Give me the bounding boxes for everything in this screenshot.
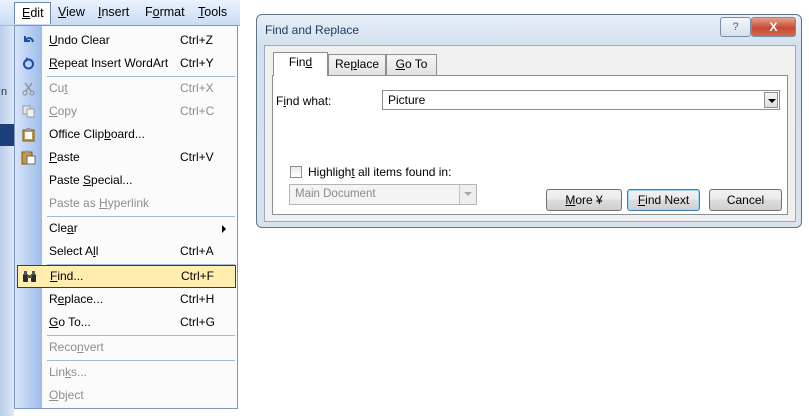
undo-icon	[21, 33, 36, 48]
repeat-icon	[21, 56, 36, 71]
clipboard-icon	[21, 127, 36, 142]
find-replace-dialog: Find and Replace ? X Find Replace Go To …	[256, 14, 802, 228]
menu-item-copy[interactable]: Copy Ctrl+C	[15, 100, 237, 123]
document-edge: n	[0, 26, 14, 416]
menu-edit[interactable]: Edit	[14, 2, 51, 24]
menu-item-go-to[interactable]: Go To... Ctrl+G	[15, 311, 237, 334]
find-what-dropdown-button[interactable]	[764, 92, 778, 108]
chevron-down-icon	[459, 185, 476, 204]
tab-replace[interactable]: Replace	[328, 54, 386, 75]
cancel-button[interactable]: Cancel	[709, 189, 782, 211]
menu-item-find[interactable]: Find... Ctrl+F	[17, 265, 236, 288]
document-text-fragment: n	[1, 86, 8, 98]
menu-item-paste-as-hyperlink[interactable]: Paste as Hyperlink	[15, 192, 237, 215]
menu-item-paste[interactable]: Paste Ctrl+V	[15, 146, 237, 169]
highlight-checkbox[interactable]	[290, 166, 302, 178]
menu-item-links[interactable]: Links...	[15, 361, 237, 384]
menu-item-paste-special[interactable]: Paste Special...	[15, 169, 237, 192]
tab-go-to[interactable]: Go To	[386, 54, 437, 75]
expand-icon: ¥	[596, 193, 603, 207]
highlight-label: Highlight all items found in:	[308, 165, 452, 179]
dialog-body: Find Replace Go To Find what: Picture Hi…	[264, 45, 796, 222]
menu-item-object[interactable]: Object	[15, 384, 237, 407]
edit-menu: Undo Clear Ctrl+Z Repeat Insert WordArt …	[14, 25, 238, 409]
menu-item-clear[interactable]: Clear	[15, 217, 237, 240]
menu-item-reconvert[interactable]: Reconvert	[15, 336, 237, 359]
menu-insert[interactable]: Insert	[98, 5, 129, 19]
more-button[interactable]: More ¥	[546, 189, 622, 211]
help-icon: ?	[732, 21, 739, 33]
menu-item-office-clipboard[interactable]: Office Clipboard...	[15, 123, 237, 146]
menu-tools[interactable]: Tools	[198, 5, 227, 19]
submenu-arrow-icon	[222, 225, 226, 233]
find-what-input[interactable]: Picture	[382, 90, 780, 110]
menu-view[interactable]: View	[58, 5, 85, 19]
binoculars-icon	[22, 269, 37, 284]
close-button[interactable]: X	[751, 17, 796, 37]
document-edge-block	[0, 124, 14, 146]
menu-format[interactable]: Format	[145, 5, 185, 19]
menu-bar: Edit View Insert Format Tools	[0, 0, 240, 26]
menu-item-select-all[interactable]: Select All Ctrl+A	[15, 240, 237, 263]
tab-find[interactable]: Find	[273, 52, 328, 76]
close-icon: X	[769, 20, 778, 34]
search-scope-select[interactable]: Main Document	[289, 184, 477, 205]
menu-item-replace[interactable]: Replace... Ctrl+H	[15, 288, 237, 311]
menu-item-cut[interactable]: Cut Ctrl+X	[15, 77, 237, 100]
menu-item-undo-clear[interactable]: Undo Clear Ctrl+Z	[15, 29, 237, 52]
find-next-button[interactable]: Find Next	[627, 189, 700, 211]
paste-icon	[21, 150, 36, 165]
scissors-icon	[21, 81, 36, 96]
copy-icon	[21, 104, 36, 119]
dialog-title: Find and Replace	[265, 23, 360, 37]
find-what-label: Find what:	[276, 94, 332, 108]
menu-item-repeat[interactable]: Repeat Insert WordArt Ctrl+Y	[15, 52, 237, 75]
help-button[interactable]: ?	[720, 17, 751, 37]
